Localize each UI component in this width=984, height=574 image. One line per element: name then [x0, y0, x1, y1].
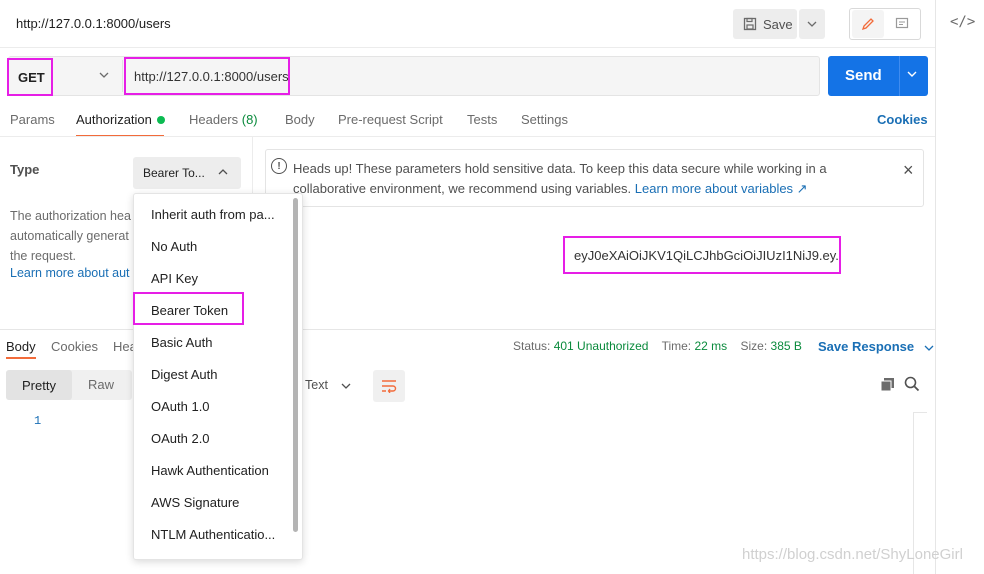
url-input[interactable]: http://127.0.0.1:8000/users [124, 57, 290, 95]
edit-mode-button[interactable] [852, 10, 884, 38]
save-icon [743, 17, 757, 31]
save-options-button[interactable] [799, 9, 825, 39]
auth-type-label: Type [10, 162, 40, 177]
token-input[interactable]: eyJ0eXAiOiJKV1QiLCJhbGciOiJIUzI1NiJ9.ey.… [563, 236, 841, 274]
dropdown-item-inherit-auth[interactable]: Inherit auth from pa... [151, 207, 281, 222]
tab-headers[interactable]: Headers (8) [189, 112, 258, 127]
response-tab-body[interactable]: Body [6, 339, 36, 354]
dropdown-item-no-auth[interactable]: No Auth [151, 239, 281, 254]
code-icon[interactable]: </> [950, 14, 975, 30]
send-button[interactable]: Send [828, 56, 928, 96]
info-icon: ! [271, 158, 287, 174]
dropdown-item-ntlm-authentication[interactable]: NTLM Authenticatio... [151, 527, 281, 542]
response-tab-cookies[interactable]: Cookies [51, 339, 98, 354]
chevron-up-icon[interactable] [218, 166, 228, 178]
dropdown-item-digest-auth[interactable]: Digest Auth [151, 367, 281, 382]
documentation-mode-button[interactable] [886, 10, 918, 38]
active-tab-indicator [6, 357, 36, 359]
tab-authorization[interactable]: Authorization [76, 112, 152, 127]
time-value[interactable]: 22 ms [694, 339, 727, 353]
dropdown-item-hawk-authentication[interactable]: Hawk Authentication [151, 463, 281, 478]
save-button[interactable]: Save [733, 9, 797, 39]
response-meta: Status: 401 Unauthorized Time: 22 ms Siz… [513, 339, 802, 353]
chevron-down-icon [924, 345, 934, 351]
divider [0, 136, 935, 137]
dropdown-scrollbar[interactable] [293, 198, 298, 532]
method-select[interactable]: GET [7, 58, 53, 96]
pencil-icon [861, 18, 874, 31]
line-number: 1 [34, 414, 42, 428]
format-select[interactable]: Text [305, 378, 351, 392]
chevron-down-icon [341, 383, 351, 389]
chevron-down-icon[interactable] [99, 69, 109, 81]
copy-icon[interactable] [880, 377, 895, 395]
learn-more-auth-link[interactable]: Learn more about aut [10, 266, 134, 280]
raw-button[interactable]: Raw [88, 377, 114, 392]
size-value[interactable]: 385 B [771, 339, 802, 353]
tab-headers-label: Headers (8) [189, 112, 258, 127]
sensitive-data-notice: ! Heads up! These parameters hold sensit… [265, 149, 924, 207]
comment-icon [895, 17, 909, 29]
status-value[interactable]: 401 Unauthorized [554, 339, 649, 353]
dropdown-item-basic-auth[interactable]: Basic Auth [151, 335, 281, 350]
divider [0, 47, 935, 48]
send-label: Send [845, 67, 882, 84]
chevron-down-icon [807, 21, 817, 27]
auth-description: The authorization hea automatically gene… [10, 206, 140, 266]
save-label: Save [763, 16, 793, 32]
format-label: Text [305, 378, 328, 392]
status-label: Status: [513, 339, 551, 353]
cookies-link[interactable]: Cookies [877, 112, 928, 127]
wrap-icon [382, 380, 397, 393]
tab-params[interactable]: Params [10, 112, 55, 127]
wrap-lines-button[interactable] [373, 370, 405, 402]
dropdown-item-oauth-2[interactable]: OAuth 2.0 [151, 431, 281, 446]
tab-body[interactable]: Body [285, 112, 315, 127]
notice-text: Heads up! These parameters hold sensitiv… [293, 159, 903, 199]
request-title: http://127.0.0.1:8000/users [16, 16, 171, 31]
save-response-button[interactable]: Save Response [818, 339, 934, 354]
tab-pre-request-script[interactable]: Pre-request Script [338, 112, 443, 127]
divider [122, 60, 123, 92]
auth-type-dropdown: Inherit auth from pa... No Auth API Key … [133, 193, 303, 560]
divider [899, 56, 900, 96]
tab-settings[interactable]: Settings [521, 112, 568, 127]
tab-tests[interactable]: Tests [467, 112, 497, 127]
auth-description-line: The authorization hea [10, 209, 131, 223]
chevron-down-icon[interactable] [907, 68, 917, 80]
watermark: https://blog.csdn.net/ShyLoneGirl [742, 546, 963, 563]
save-response-label: Save Response [818, 339, 915, 354]
dropdown-item-aws-signature[interactable]: AWS Signature [151, 495, 281, 510]
dropdown-item-oauth-1[interactable]: OAuth 1.0 [151, 399, 281, 414]
right-rail-divider [935, 0, 936, 574]
time-label: Time: [661, 339, 692, 353]
auth-description-line: the request. [10, 249, 77, 263]
bearer-token-highlight [133, 292, 244, 325]
status-dot [157, 116, 165, 124]
learn-more-variables-link[interactable]: Learn more about variables ↗ [635, 181, 808, 196]
pretty-button[interactable]: Pretty [6, 370, 72, 400]
size-label: Size: [740, 339, 768, 353]
dropdown-item-api-key[interactable]: API Key [151, 271, 281, 286]
close-icon[interactable]: × [903, 160, 914, 181]
search-icon[interactable] [904, 376, 920, 395]
auth-description-line: automatically generat [10, 229, 129, 243]
